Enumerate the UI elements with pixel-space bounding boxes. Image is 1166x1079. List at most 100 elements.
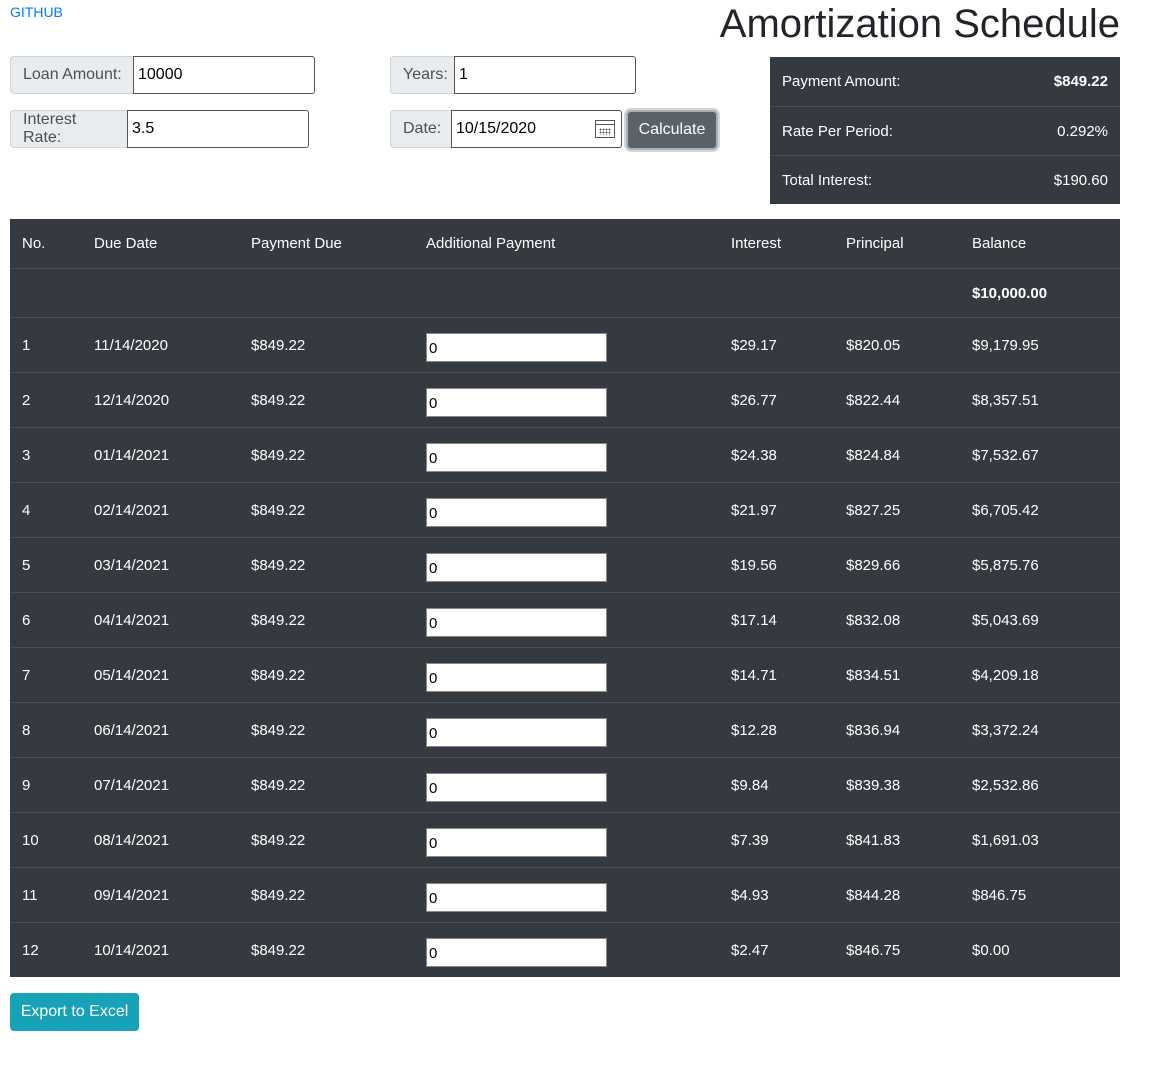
cell-additional-payment: 0: [414, 659, 719, 692]
table-row: 3 01/14/2021 $849.22 0 $24.38 $824.84 $7,532.6…: [10, 427, 1120, 482]
date-label: Date:: [390, 110, 451, 148]
date-value: 10/15/2020: [456, 120, 537, 137]
cell-interest: $19.56: [731, 556, 777, 574]
years-input[interactable]: 1: [454, 56, 636, 94]
cell-due-date: 11/14/2020: [94, 336, 168, 354]
loan-amount-input[interactable]: 10000: [133, 56, 315, 94]
interest-rate-input[interactable]: 3.5: [127, 110, 309, 148]
col-header-no: No.: [22, 235, 46, 252]
additional-payment-input[interactable]: 0: [426, 882, 607, 912]
cell-payment-due: $849.22: [251, 941, 306, 959]
cell-balance: $7,532.67: [972, 446, 1039, 464]
cell-interest: $2.47: [731, 941, 769, 959]
cell-additional-payment: 0: [414, 714, 719, 747]
cell-principal: $844.28: [846, 886, 901, 904]
additional-payment-input[interactable]: 0: [426, 442, 607, 472]
cell-no: 8: [22, 721, 31, 739]
summary-label: Payment Amount:: [782, 73, 901, 90]
cell-balance: $8,357.51: [972, 391, 1039, 409]
cell-no: 4: [22, 501, 31, 519]
cell-due-date: 02/14/2021: [94, 501, 170, 519]
cell-payment-due: $849.22: [251, 776, 306, 794]
opening-balance: $10,000.00: [972, 284, 1048, 302]
table-row: 11 09/14/2021 $849.22 0 $4.93 $844.28 $846.75: [10, 867, 1120, 922]
additional-payment-input[interactable]: 0: [426, 717, 607, 747]
date-input[interactable]: 10/15/2020: [451, 110, 622, 148]
table-row: 8 06/14/2021 $849.22 0 $12.28 $836.94 $3,372.2…: [10, 702, 1120, 757]
cell-no: 12: [22, 941, 39, 959]
table-row: 4 02/14/2021 $849.22 0 $21.97 $827.25 $6,705.4…: [10, 482, 1120, 537]
col-header-principal: Principal: [846, 235, 904, 252]
col-header-interest: Interest: [731, 235, 782, 252]
cell-no: 10: [22, 831, 39, 849]
summary-row-rate-per-period: Rate Per Period: 0.292%: [770, 106, 1120, 155]
cell-additional-payment: 0: [414, 439, 719, 472]
cell-interest: $21.97: [731, 501, 777, 519]
cell-due-date: 04/14/2021: [94, 611, 170, 629]
summary-value: $849.22: [1053, 73, 1108, 90]
cell-due-date: 09/14/2021: [94, 886, 170, 904]
additional-payment-input[interactable]: 0: [426, 772, 607, 802]
additional-payment-input[interactable]: 0: [426, 662, 607, 692]
cell-additional-payment: 0: [414, 824, 719, 857]
summary-row-payment-amount: Payment Amount: $849.22: [770, 57, 1120, 106]
cell-no: 3: [22, 446, 31, 464]
cell-balance: $3,372.24: [972, 721, 1039, 739]
schedule-table: No. Due Date Payment Due Additional Paym…: [10, 219, 1120, 977]
calculate-button[interactable]: Calculate: [626, 110, 718, 150]
cell-additional-payment: 0: [414, 604, 719, 637]
additional-payment-input[interactable]: 0: [426, 387, 607, 417]
cell-interest: $4.93: [731, 886, 769, 904]
table-row: 2 12/14/2020 $849.22 0 $26.77 $822.44 $8,357.5…: [10, 372, 1120, 427]
cell-principal: $824.84: [846, 446, 901, 464]
cell-payment-due: $849.22: [251, 501, 306, 519]
summary-value: 0.292%: [1057, 122, 1108, 140]
cell-balance: $5,043.69: [972, 611, 1039, 629]
summary-table: Payment Amount: $849.22 Rate Per Period:…: [770, 57, 1120, 204]
additional-payment-input[interactable]: 0: [426, 552, 607, 582]
cell-balance: $0.00: [972, 941, 1010, 959]
cell-principal: $827.25: [846, 501, 901, 519]
cell-due-date: 03/14/2021: [94, 556, 170, 574]
cell-interest: $14.71: [731, 666, 777, 684]
export-to-excel-button[interactable]: Export to Excel: [10, 993, 139, 1031]
cell-principal: $832.08: [846, 611, 901, 629]
col-header-payment-due: Payment Due: [251, 235, 342, 252]
loan-amount-label: Loan Amount:: [10, 56, 133, 94]
calendar-icon[interactable]: [595, 120, 615, 138]
table-row: 12 10/14/2021 $849.22 0 $2.47 $846.75 $0.00: [10, 922, 1120, 977]
cell-interest: $9.84: [731, 776, 769, 794]
additional-payment-input[interactable]: 0: [426, 607, 607, 637]
summary-label: Total Interest:: [782, 171, 873, 189]
col-header-due-date: Due Date: [94, 235, 158, 252]
additional-payment-input[interactable]: 0: [426, 332, 607, 362]
cell-principal: $836.94: [846, 721, 901, 739]
summary-label: Rate Per Period:: [782, 122, 893, 140]
cell-payment-due: $849.22: [251, 391, 306, 409]
cell-payment-due: $849.22: [251, 446, 306, 464]
cell-interest: $26.77: [731, 391, 777, 409]
cell-additional-payment: 0: [414, 934, 719, 967]
cell-principal: $822.44: [846, 391, 901, 409]
additional-payment-input[interactable]: 0: [426, 937, 607, 967]
additional-payment-input[interactable]: 0: [426, 827, 607, 857]
table-row: 6 04/14/2021 $849.22 0 $17.14 $832.08 $5,043.6…: [10, 592, 1120, 647]
cell-no: 6: [22, 611, 31, 629]
cell-due-date: 08/14/2021: [94, 831, 170, 849]
interest-rate-group: Interest Rate: 3.5: [10, 110, 309, 148]
github-link[interactable]: GITHUB: [10, 4, 63, 20]
summary-value: $190.60: [1053, 171, 1108, 189]
cell-payment-due: $849.22: [251, 831, 306, 849]
years-group: Years: 1: [390, 56, 636, 94]
cell-principal: $829.66: [846, 556, 901, 574]
cell-balance: $4,209.18: [972, 666, 1039, 684]
cell-balance: $846.75: [972, 886, 1027, 904]
additional-payment-input[interactable]: 0: [426, 497, 607, 527]
cell-balance: $2,532.86: [972, 776, 1039, 794]
cell-interest: $29.17: [731, 336, 777, 354]
cell-due-date: 01/14/2021: [94, 446, 170, 464]
cell-payment-due: $849.22: [251, 611, 306, 629]
cell-interest: $7.39: [731, 831, 769, 849]
cell-no: 1: [22, 336, 31, 354]
summary-row-total-interest: Total Interest: $190.60: [770, 155, 1120, 204]
